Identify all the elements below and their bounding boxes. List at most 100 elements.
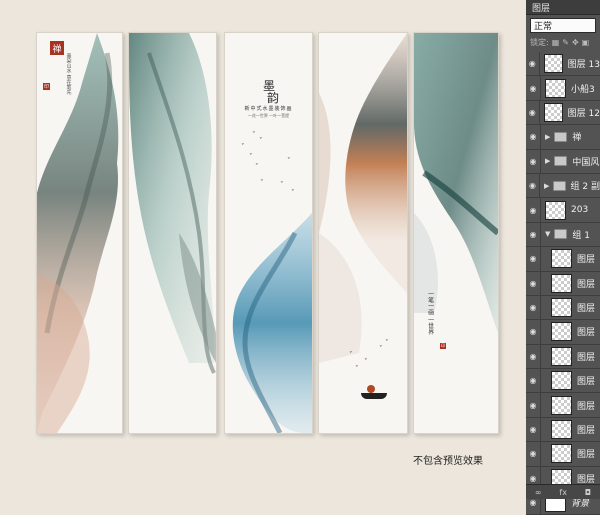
layer-row[interactable]: ◉ 小船3 — [526, 76, 600, 101]
bird-icon: ˇ — [255, 163, 259, 171]
small-seal-stamp: 印 — [440, 343, 446, 349]
layer-row[interactable]: ◉ 图层 — [526, 247, 600, 272]
visibility-eye-icon[interactable]: ◉ — [526, 417, 541, 442]
expand-arrow-right-icon[interactable]: ▶ — [545, 133, 550, 141]
poem-vertical-text: 一笔一画 一世界 — [426, 291, 434, 335]
visibility-eye-icon[interactable]: ◉ — [526, 369, 541, 393]
visibility-eye-icon[interactable]: ◉ — [526, 76, 541, 100]
layer-thumbnail — [545, 78, 566, 98]
visibility-eye-icon[interactable]: ◉ — [526, 149, 541, 173]
bird-icon: ˇ — [291, 189, 295, 197]
visibility-eye-icon[interactable]: ◉ — [526, 271, 541, 295]
layer-name: 小船3 — [571, 84, 595, 95]
layer-row[interactable]: ◉ 图层 — [526, 393, 600, 418]
layer-name: 图层 — [577, 401, 596, 412]
art-panel-4: ˇ ˇ ˇ ˇ ˇ — [318, 32, 408, 434]
layer-thumbnail — [551, 298, 572, 318]
ink-wash-artwork-1 — [37, 33, 119, 433]
layer-row[interactable]: ◉ 图层 — [526, 417, 600, 443]
layer-row[interactable]: ◉ ▼ 组 1 — [526, 222, 600, 248]
art-panel-2 — [128, 32, 217, 434]
folder-icon — [554, 156, 568, 167]
visibility-eye-icon[interactable]: ◉ — [526, 52, 540, 76]
boat-icon — [361, 393, 387, 399]
layer-name: 图层 13 — [567, 60, 600, 71]
layer-thumbnail — [545, 200, 566, 220]
layer-row[interactable]: ◉ 图层 13 — [526, 52, 600, 77]
art-panel-5: 一笔一画 一世界 印 — [413, 32, 499, 434]
layer-name: 禅 — [572, 133, 582, 144]
fx-icon[interactable]: fx — [559, 488, 567, 497]
bird-icon: ˇ — [385, 339, 389, 347]
visibility-eye-icon[interactable]: ◉ — [526, 320, 541, 344]
ink-wash-artwork-5 — [414, 33, 498, 333]
visibility-eye-icon[interactable]: ◉ — [526, 173, 540, 198]
layer-row[interactable]: ◉ 图层 — [526, 271, 600, 296]
layer-row[interactable]: ◉ ▶ 禅 — [526, 125, 600, 150]
subtitle-line: 新中式水墨装饰画 — [244, 106, 293, 112]
mask-icon[interactable]: ◘ — [585, 488, 591, 497]
bird-icon: ˇ — [241, 143, 245, 151]
layer-name: 图层 — [577, 474, 596, 485]
expand-arrow-down-icon[interactable]: ▼ — [545, 230, 550, 238]
layers-panel-tab[interactable]: 图层 — [526, 0, 600, 15]
bird-icon: ˇ — [379, 345, 383, 353]
lock-transparent-icon[interactable]: ▦ — [552, 38, 560, 47]
layer-thumbnail — [551, 273, 572, 293]
layer-row[interactable]: ◉ 图层 — [526, 369, 600, 394]
visibility-eye-icon[interactable]: ◉ — [526, 295, 541, 320]
layer-name: 组 2 副 — [570, 182, 600, 193]
link-icon[interactable]: ∞ — [535, 488, 542, 497]
bird-icon: ˇ — [349, 351, 353, 359]
layer-name: 图层 12 — [567, 108, 600, 119]
document-canvas[interactable]: 禅 墨染山水 意在笔先 印 墨 韵 新中式水墨装饰画 一花一世界 一叶一菩提 ˇ… — [0, 0, 526, 499]
layer-row[interactable]: ◉ ▶ 中国风 — [526, 149, 600, 174]
folder-icon — [554, 229, 568, 240]
lock-toolbar: 锁定: ▦ ✎ ✥ ▣ — [526, 35, 600, 49]
visibility-eye-icon[interactable]: ◉ — [526, 125, 541, 149]
bird-icon: ˇ — [280, 181, 284, 189]
lock-all-icon[interactable]: ▣ — [582, 38, 590, 47]
layer-row[interactable]: ◉ ▶ 组 2 副 — [526, 173, 600, 199]
small-seal-stamp: 印 — [43, 83, 50, 90]
layer-name: 图层 — [577, 279, 596, 290]
expand-arrow-right-icon[interactable]: ▶ — [545, 157, 550, 165]
layer-thumbnail — [551, 322, 572, 342]
layer-row[interactable]: ◉ 图层 — [526, 295, 600, 321]
lock-brush-icon[interactable]: ✎ — [562, 38, 569, 47]
layer-row[interactable]: ◉ 图层 — [526, 442, 600, 467]
ink-wash-artwork-2 — [129, 33, 216, 374]
lock-move-icon[interactable]: ✥ — [572, 38, 579, 47]
layer-thumbnail — [551, 444, 572, 464]
sun-icon — [367, 385, 375, 393]
layer-name: 图层 — [577, 304, 596, 315]
blend-mode-select[interactable]: 正常 — [530, 18, 596, 33]
layer-thumbnail — [551, 420, 572, 440]
layer-row[interactable]: ◉ 图层 12 — [526, 100, 600, 126]
visibility-eye-icon[interactable]: ◉ — [526, 222, 541, 247]
lock-label: 锁定: — [530, 37, 549, 47]
layer-row[interactable]: ◉ 图层 — [526, 320, 600, 345]
layer-name: 图层 — [577, 328, 596, 339]
layer-thumbnail — [551, 346, 572, 366]
expand-arrow-right-icon[interactable]: ▶ — [544, 182, 549, 190]
title-character-bottom: 韵 — [267, 91, 280, 105]
preview-caption: 不包含预览效果 — [413, 456, 483, 467]
visibility-eye-icon[interactable]: ◉ — [526, 247, 541, 271]
visibility-eye-icon[interactable]: ◉ — [526, 100, 540, 125]
poem-vertical-text: 墨染山水 意在笔先 — [65, 53, 72, 95]
layer-name: 组 1 — [572, 230, 590, 241]
visibility-eye-icon[interactable]: ◉ — [526, 442, 541, 466]
layer-row[interactable]: ◉ 图层 — [526, 344, 600, 370]
layer-name: 图层 — [577, 426, 596, 437]
layer-row[interactable]: ◉ 203 — [526, 198, 600, 223]
art-panel-3: 墨 韵 新中式水墨装饰画 一花一世界 一叶一菩提 ˇ ˇ ˇ ˇ ˇ ˇ ˇ ˇ… — [224, 32, 313, 434]
visibility-eye-icon[interactable]: ◉ — [526, 198, 541, 222]
layer-thumbnail — [551, 395, 572, 415]
folder-icon — [554, 131, 568, 142]
visibility-eye-icon[interactable]: ◉ — [526, 344, 541, 369]
bird-icon: ˇ — [259, 137, 263, 145]
bird-icon: ˇ — [249, 153, 253, 161]
visibility-eye-icon[interactable]: ◉ — [526, 393, 541, 417]
folder-icon — [553, 180, 566, 191]
